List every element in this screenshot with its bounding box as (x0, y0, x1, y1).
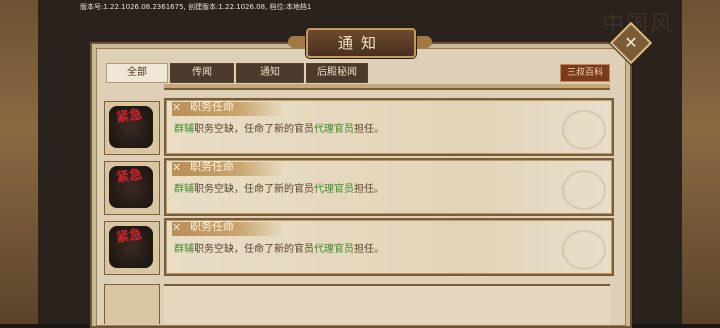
ink-swirl-decoration (562, 230, 606, 270)
notification-message: 群辅职务空缺，任命了新的官员代理官员担任。 (174, 124, 384, 135)
urgent-badge: 紧急 (104, 221, 160, 275)
notification-list[interactable]: 紧急 ✕ 职务任命 群辅职务空缺，任命了新的官员代理官员担任。 紧急 ✕ 职务任… (100, 84, 616, 324)
tab-all[interactable]: 全部 (106, 63, 168, 83)
official-name: 代理官员 (314, 184, 354, 195)
list-item[interactable]: 紧急 ✕ 职务任命 群辅职务空缺，任命了新的官员代理官员担任。 (100, 218, 616, 276)
list-item-partial (164, 84, 610, 90)
urgent-badge-text: 紧急 (115, 167, 144, 186)
dialog-title: 通知 (306, 28, 416, 58)
wiki-button[interactable]: 三叔百科 (560, 64, 610, 82)
tab-rumors[interactable]: 传闻 (170, 63, 234, 83)
cross-icon: ✕ (172, 221, 182, 234)
office-name: 群辅 (174, 184, 194, 195)
background-frame-right (682, 0, 720, 324)
official-name: 代理官员 (314, 124, 354, 135)
close-icon: ✕ (624, 33, 638, 52)
notification-card[interactable]: ✕ 职务任命 群辅职务空缺，任命了新的官员代理官员担任。 (164, 158, 614, 216)
list-item-partial (164, 284, 610, 324)
notification-title: 职务任命 (190, 100, 234, 113)
notification-title: 职务任命 (190, 220, 234, 233)
notification-message: 群辅职务空缺，任命了新的官员代理官员担任。 (174, 244, 384, 255)
urgent-badge-text: 紧急 (115, 227, 144, 246)
official-name: 代理官员 (314, 244, 354, 255)
cross-icon: ✕ (172, 161, 182, 174)
ink-swirl-decoration (562, 170, 606, 210)
office-name: 群辅 (174, 124, 194, 135)
cross-icon: ✕ (172, 101, 182, 114)
list-item[interactable]: 紧急 ✕ 职务任命 群辅职务空缺，任命了新的官员代理官员担任。 (100, 98, 616, 156)
ink-swirl-decoration (562, 110, 606, 150)
notification-card[interactable]: ✕ 职务任命 群辅职务空缺，任命了新的官员代理官员担任。 (164, 218, 614, 276)
version-info: 版本号:1.22.1026.08.2361675, 创建版本:1.22.1026… (80, 3, 312, 11)
notification-title: 职务任命 (190, 160, 234, 173)
list-item[interactable]: 紧急 ✕ 职务任命 群辅职务空缺，任命了新的官员代理官员担任。 (100, 158, 616, 216)
background-frame-left (0, 0, 38, 324)
notification-message: 群辅职务空缺，任命了新的官员代理官员担任。 (174, 184, 384, 195)
urgent-badge: 紧急 (104, 161, 160, 215)
notification-card[interactable]: ✕ 职务任命 群辅职务空缺，任命了新的官员代理官员担任。 (164, 98, 614, 156)
list-item-partial-badge (104, 284, 160, 324)
urgent-badge: 紧急 (104, 101, 160, 155)
tab-notices[interactable]: 通知 (236, 63, 304, 83)
office-name: 群辅 (174, 244, 194, 255)
urgent-badge-text: 紧急 (115, 107, 144, 126)
tab-palace-secrets[interactable]: 后殿秘闻 (306, 63, 368, 83)
